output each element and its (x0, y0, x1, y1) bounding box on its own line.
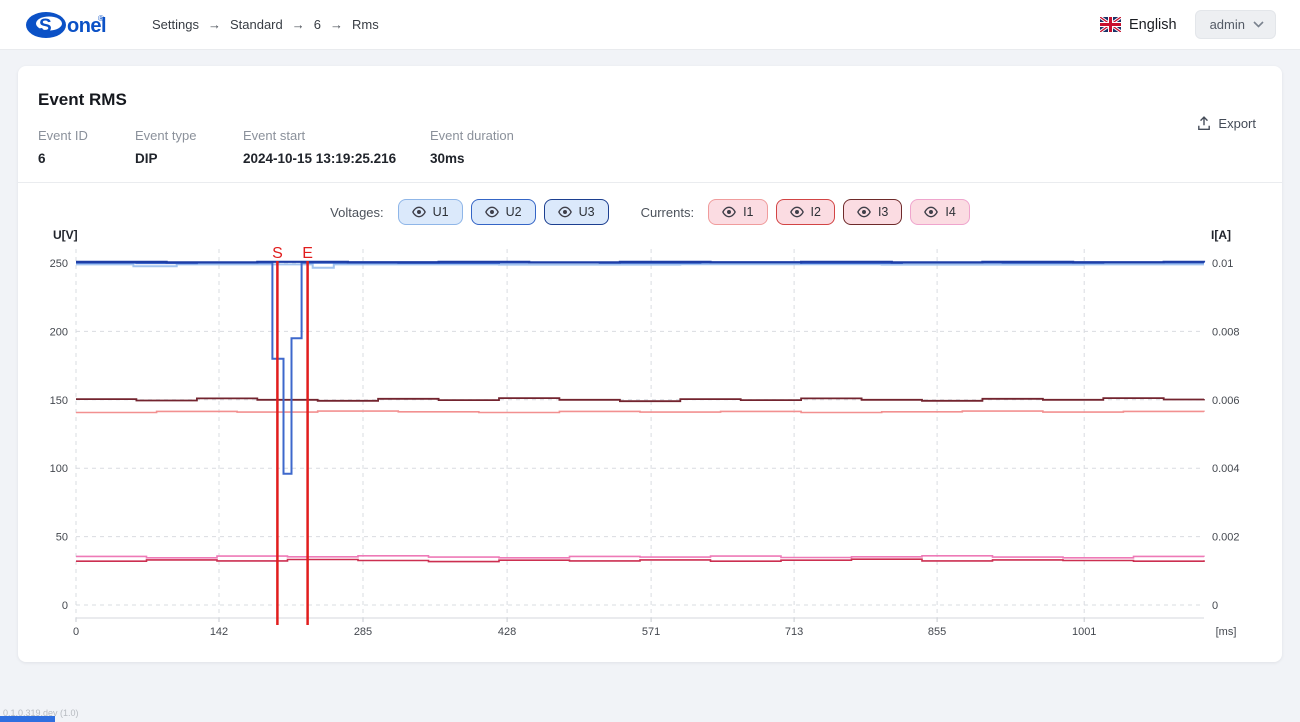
svg-text:[ms]: [ms] (1216, 626, 1237, 638)
main-card: Event RMS Event ID 6 Event type DIP Even… (18, 66, 1282, 662)
svg-text:200: 200 (50, 326, 68, 338)
breadcrumb-arrow: → (208, 17, 221, 32)
navbar: S onel ® Settings → Standard → 6 → Rms E… (0, 0, 1300, 50)
toggle-label: I3 (878, 205, 888, 219)
chart-region: 0 50 100 150 200 250 0 0.002 0.004 0.006 0.008 0.01… (18, 225, 1282, 649)
svg-text:S: S (39, 16, 52, 37)
svg-text:0.008: 0.008 (1212, 326, 1240, 338)
breadcrumb-item-standard[interactable]: Standard (230, 17, 283, 32)
toggle-i4[interactable]: I4 (910, 199, 969, 225)
svg-text:428: 428 (498, 626, 516, 638)
event-type-label: Event type (135, 128, 243, 143)
toggle-u2[interactable]: U2 (471, 199, 536, 225)
toggle-label: U1 (433, 205, 449, 219)
toggle-u1[interactable]: U1 (398, 199, 463, 225)
event-id-value: 6 (38, 151, 135, 166)
page-title: Event RMS (38, 90, 1258, 110)
currents-label: Currents: (641, 205, 694, 220)
toggle-label: I1 (743, 205, 753, 219)
event-type-value: DIP (135, 151, 243, 166)
svg-text:571: 571 (642, 626, 660, 638)
svg-text:855: 855 (928, 626, 946, 638)
export-button[interactable]: Export (1197, 116, 1256, 131)
toggle-label: U3 (579, 205, 595, 219)
event-start-label: Event start (243, 128, 430, 143)
bottom-accent-bar (0, 716, 55, 722)
svg-text:250: 250 (50, 258, 68, 270)
eye-icon (790, 206, 804, 218)
breadcrumb-arrow: → (330, 17, 343, 32)
svg-text:150: 150 (50, 395, 68, 407)
sonel-logo-icon: S onel ® (24, 9, 106, 41)
event-duration-label: Event duration (430, 128, 514, 143)
series-controls: Voltages: U1 U2 U3 Currents: I1 I2 I3 I4 (18, 183, 1282, 225)
svg-text:0.002: 0.002 (1212, 532, 1240, 544)
event-duration-value: 30ms (430, 151, 514, 166)
svg-text:E: E (302, 245, 313, 262)
breadcrumb-item-settings[interactable]: Settings (152, 17, 199, 32)
svg-text:142: 142 (210, 626, 228, 638)
voltages-label: Voltages: (330, 205, 384, 220)
sonel-logo[interactable]: S onel ® (24, 9, 106, 41)
svg-text:I[A]: I[A] (1211, 228, 1231, 242)
chevron-down-icon (1253, 21, 1264, 28)
admin-menu-label: admin (1210, 17, 1245, 32)
toggle-u3[interactable]: U3 (544, 199, 609, 225)
svg-text:0.006: 0.006 (1212, 395, 1240, 407)
export-label: Export (1218, 116, 1256, 131)
eye-icon (558, 206, 572, 218)
eye-icon (412, 206, 426, 218)
breadcrumb-item-event-id[interactable]: 6 (314, 17, 321, 32)
toggle-label: I2 (811, 205, 821, 219)
event-header: Event RMS Event ID 6 Event type DIP Even… (18, 66, 1282, 183)
svg-text:0.01: 0.01 (1212, 258, 1233, 270)
upload-icon (1197, 116, 1211, 131)
svg-text:100: 100 (50, 463, 68, 475)
toggle-i2[interactable]: I2 (776, 199, 835, 225)
language-button[interactable]: English (1129, 17, 1177, 33)
event-id-label: Event ID (38, 128, 135, 143)
eye-icon (924, 206, 938, 218)
toggle-label: U2 (506, 205, 522, 219)
eye-icon (857, 206, 871, 218)
svg-text:1001: 1001 (1072, 626, 1096, 638)
toggle-i3[interactable]: I3 (843, 199, 902, 225)
rms-chart: 0 50 100 150 200 250 0 0.002 0.004 0.006 0.008 0.01… (18, 225, 1282, 649)
svg-text:®: ® (98, 14, 104, 23)
svg-text:0: 0 (73, 626, 79, 638)
eye-icon (485, 206, 499, 218)
svg-text:713: 713 (785, 626, 803, 638)
breadcrumb-item-rms[interactable]: Rms (352, 17, 379, 32)
svg-text:285: 285 (354, 626, 372, 638)
svg-text:50: 50 (56, 532, 68, 544)
svg-text:0.004: 0.004 (1212, 463, 1240, 475)
event-start-value: 2024-10-15 13:19:25.216 (243, 151, 430, 166)
toggle-label: I4 (945, 205, 955, 219)
svg-text:0: 0 (62, 600, 68, 612)
breadcrumb-arrow: → (292, 17, 305, 32)
admin-menu-button[interactable]: admin (1195, 10, 1276, 39)
svg-text:U[V]: U[V] (53, 228, 78, 242)
svg-text:S: S (272, 245, 283, 262)
breadcrumb: Settings → Standard → 6 → Rms (152, 17, 379, 32)
event-meta: Event ID 6 Event type DIP Event start 20… (38, 128, 1258, 166)
uk-flag-icon (1100, 17, 1121, 32)
eye-icon (722, 206, 736, 218)
toggle-i1[interactable]: I1 (708, 199, 767, 225)
svg-text:0: 0 (1212, 600, 1218, 612)
